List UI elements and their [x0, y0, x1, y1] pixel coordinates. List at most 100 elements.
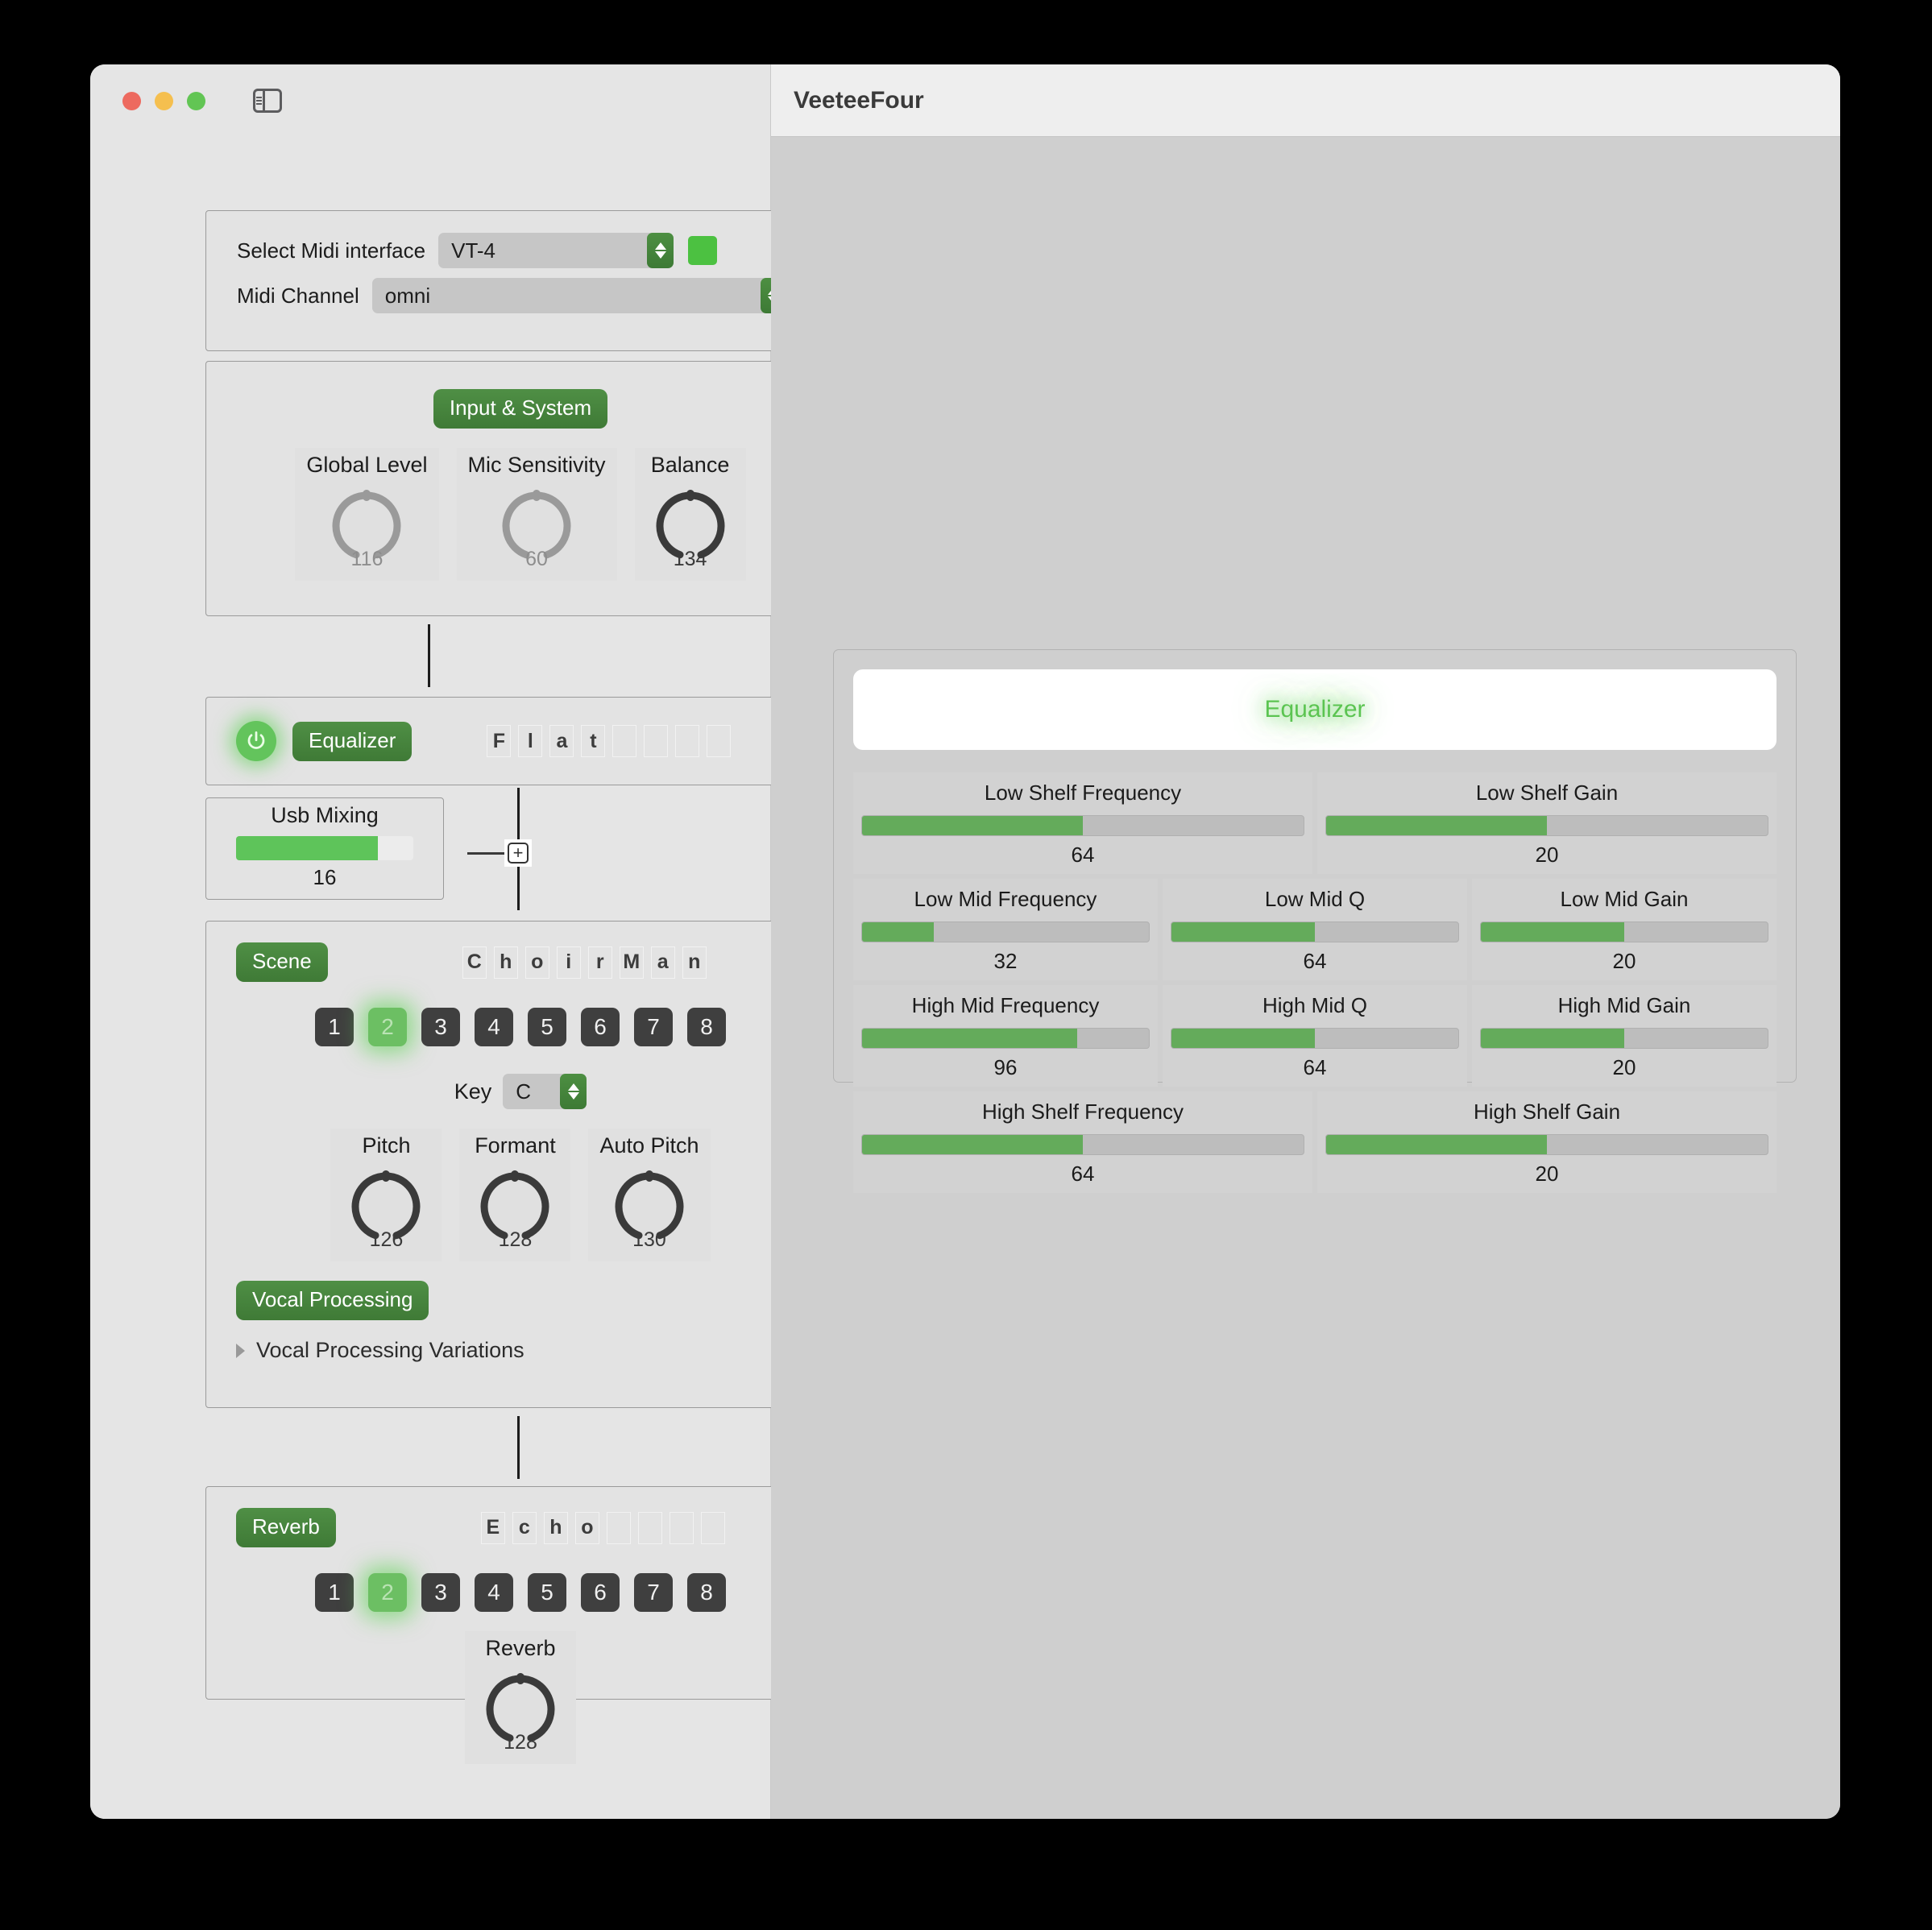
left-pane: Select Midi interface VT-4 Midi Channel …: [90, 64, 835, 1819]
knob-dial[interactable]: 116: [322, 484, 411, 573]
scene-name-char[interactable]: o: [524, 946, 549, 979]
vocal-processing-variations-row[interactable]: Vocal Processing Variations: [236, 1338, 835, 1363]
equalizer-pill[interactable]: Equalizer: [292, 721, 413, 761]
usb-mixing-slider-fill: [236, 836, 378, 860]
reverb-button-4[interactable]: 4: [475, 1573, 513, 1612]
equalizer-name-char[interactable]: [612, 725, 637, 757]
scene-button-8[interactable]: 8: [687, 1008, 726, 1046]
reverb-button-3[interactable]: 3: [421, 1573, 460, 1612]
knob-formant[interactable]: Formant 128: [459, 1129, 571, 1261]
scene-key-select[interactable]: C: [503, 1074, 587, 1109]
app-window: Select Midi interface VT-4 Midi Channel …: [90, 64, 1840, 1819]
scene-key-stepper[interactable]: [560, 1074, 587, 1109]
vocal-processing-pill[interactable]: Vocal Processing: [236, 1281, 429, 1320]
reverb-name-char[interactable]: o: [574, 1511, 599, 1544]
knob-mic-sensitivity[interactable]: Mic Sensitivity 60: [456, 448, 617, 581]
knob-reverb[interactable]: Reverb 128: [465, 1631, 576, 1764]
equalizer-name-char[interactable]: [707, 725, 732, 757]
reverb-name-char[interactable]: E: [480, 1511, 505, 1544]
reverb-button-1[interactable]: 1: [315, 1573, 354, 1612]
eq-param-slider[interactable]: [1171, 922, 1459, 942]
right-titlebar: VeeteeFour: [771, 64, 1840, 137]
midi-interface-stepper[interactable]: [647, 233, 674, 268]
scene-button-4[interactable]: 4: [475, 1008, 513, 1046]
eq-param-slider-fill: [862, 1029, 1077, 1048]
knob-dial[interactable]: 130: [605, 1165, 694, 1253]
scene-button-1[interactable]: 1: [315, 1008, 354, 1046]
midi-channel-select[interactable]: omni: [371, 278, 787, 313]
eq-param-label: High Mid Gain: [1557, 993, 1691, 1017]
scene-name-char[interactable]: i: [556, 946, 581, 979]
knob-balance[interactable]: Balance 134: [634, 448, 746, 581]
scene-name-char[interactable]: r: [587, 946, 612, 979]
scene-name-char[interactable]: n: [682, 946, 707, 979]
knob-dial[interactable]: 134: [646, 484, 735, 573]
midi-interface-select[interactable]: VT-4: [438, 233, 674, 268]
eq-param-slider[interactable]: [1325, 815, 1768, 836]
knob-value: 116: [350, 548, 383, 570]
reverb-pill[interactable]: Reverb: [236, 1508, 336, 1547]
eq-param-label: High Mid Frequency: [911, 993, 1100, 1017]
midi-settings-group: Select Midi interface VT-4 Midi Channel …: [205, 210, 835, 351]
eq-param-slider[interactable]: [1480, 922, 1768, 942]
scene-name-char[interactable]: C: [462, 946, 487, 979]
scene-name-char[interactable]: h: [493, 946, 518, 979]
scene-name-char[interactable]: M: [619, 946, 644, 979]
scene-button-6[interactable]: 6: [581, 1008, 620, 1046]
equalizer-name-char[interactable]: a: [549, 725, 574, 757]
equalizer-name-char[interactable]: F: [487, 725, 512, 757]
equalizer-power-icon[interactable]: [236, 721, 276, 761]
knob-value: 128: [504, 1731, 537, 1754]
eq-param-slider[interactable]: [1171, 1028, 1459, 1049]
reverb-button-5[interactable]: 5: [528, 1573, 566, 1612]
eq-param-low-mid-frequency: Low Mid Frequency 32: [853, 879, 1158, 980]
zoom-button[interactable]: [187, 91, 205, 110]
scene-pill[interactable]: Scene: [236, 942, 328, 982]
eq-param-slider[interactable]: [861, 922, 1150, 942]
reverb-name-char[interactable]: [606, 1511, 631, 1544]
equalizer-name-char[interactable]: t: [581, 725, 606, 757]
add-node-button[interactable]: +: [504, 839, 532, 867]
equalizer-name-char[interactable]: [644, 725, 669, 757]
reverb-name-char[interactable]: [637, 1511, 662, 1544]
knob-label: Global Level: [306, 453, 428, 477]
usb-mixing-slider[interactable]: [236, 836, 413, 860]
eq-param-slider[interactable]: [861, 815, 1304, 836]
knob-dial[interactable]: 126: [342, 1165, 430, 1253]
eq-param-slider[interactable]: [861, 1134, 1304, 1155]
scene-key-row: Key C: [206, 1074, 835, 1109]
scene-name-char[interactable]: a: [650, 946, 675, 979]
scene-button-3[interactable]: 3: [421, 1008, 460, 1046]
reverb-name-char[interactable]: [669, 1511, 694, 1544]
scene-number-buttons: 12345678: [206, 1008, 835, 1046]
close-button[interactable]: [122, 91, 141, 110]
scene-button-7[interactable]: 7: [634, 1008, 673, 1046]
knob-dial[interactable]: 60: [492, 484, 581, 573]
equalizer-name-char[interactable]: [675, 725, 700, 757]
knob-global-level[interactable]: Global Level 116: [295, 448, 439, 581]
scene-button-2[interactable]: 2: [368, 1008, 407, 1046]
scene-key-value: C: [516, 1079, 532, 1104]
knob-dial[interactable]: 128: [476, 1667, 565, 1756]
usb-mixing-group: Usb Mixing 16: [205, 797, 444, 900]
knob-auto-pitch[interactable]: Auto Pitch 130: [588, 1129, 711, 1261]
knob-dial[interactable]: 128: [471, 1165, 559, 1253]
minimize-button[interactable]: [155, 91, 173, 110]
reverb-button-6[interactable]: 6: [581, 1573, 620, 1612]
knob-pitch[interactable]: Pitch 126: [330, 1129, 442, 1261]
reverb-button-2[interactable]: 2: [368, 1573, 407, 1612]
eq-param-label: Low Shelf Frequency: [984, 781, 1182, 805]
equalizer-name-char[interactable]: l: [518, 725, 543, 757]
reverb-name-char[interactable]: c: [512, 1511, 537, 1544]
eq-param-slider[interactable]: [1480, 1028, 1768, 1049]
scene-button-5[interactable]: 5: [528, 1008, 566, 1046]
reverb-name-char[interactable]: h: [543, 1511, 568, 1544]
eq-param-slider[interactable]: [1325, 1134, 1768, 1155]
eq-param-high-mid-frequency: High Mid Frequency 96: [853, 985, 1158, 1087]
reverb-button-8[interactable]: 8: [687, 1573, 726, 1612]
input-system-title[interactable]: Input & System: [433, 389, 608, 429]
eq-param-slider[interactable]: [861, 1028, 1150, 1049]
reverb-button-7[interactable]: 7: [634, 1573, 673, 1612]
sidebar-toggle-icon[interactable]: [253, 89, 282, 113]
reverb-name-char[interactable]: [700, 1511, 725, 1544]
